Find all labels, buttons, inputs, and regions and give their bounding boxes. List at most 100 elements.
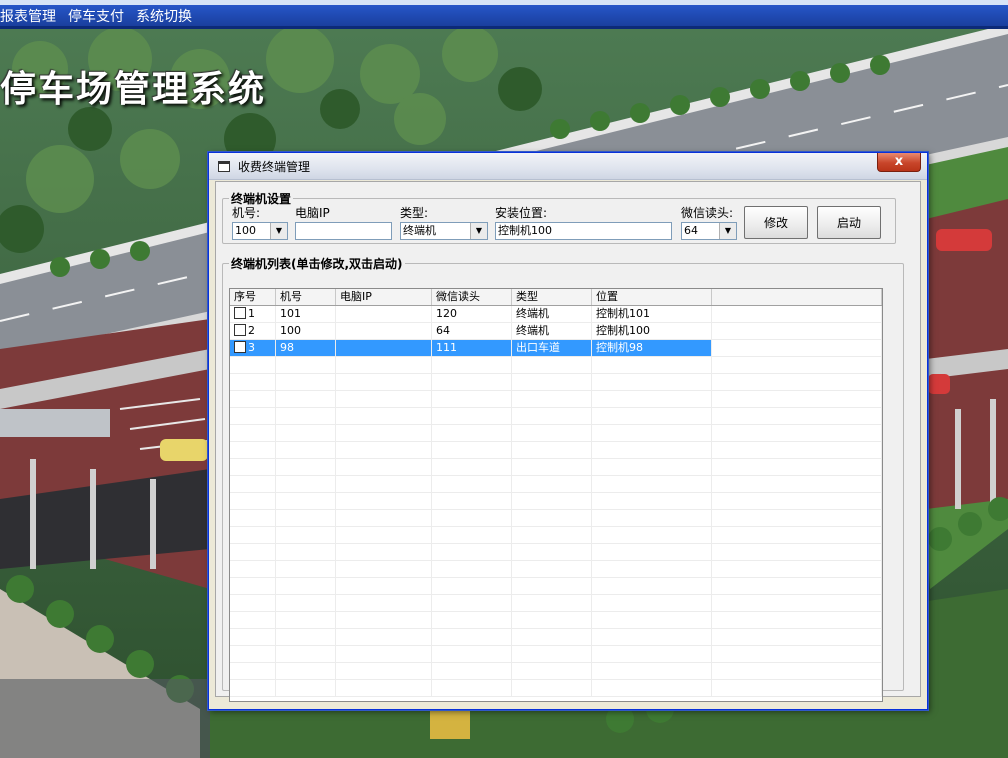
empty-cell xyxy=(336,459,432,475)
table-row[interactable]: 2 100 64 终端机 控制机100 xyxy=(230,323,882,340)
cell-wechat-reader: 64 xyxy=(432,323,512,339)
empty-cell xyxy=(592,442,712,458)
empty-cell xyxy=(512,459,592,475)
empty-table-row xyxy=(230,357,882,374)
empty-cell xyxy=(712,578,882,594)
empty-cell xyxy=(712,374,882,390)
modify-button[interactable]: 修改 xyxy=(744,206,808,239)
table-row[interactable]: 1 101 120 终端机 控制机101 xyxy=(230,306,882,323)
pc-ip-input[interactable] xyxy=(295,222,392,240)
terminal-list-table[interactable]: 序号 机号 电脑IP 微信读头 类型 位置 1 101 120 终端机 控制机101 2 1… xyxy=(229,288,883,702)
chevron-down-icon[interactable]: ▼ xyxy=(719,223,736,239)
empty-cell xyxy=(432,527,512,543)
empty-table-row xyxy=(230,527,882,544)
empty-cell xyxy=(712,680,882,696)
empty-cell xyxy=(336,374,432,390)
terminal-list-legend: 终端机列表(单击修改,双击启动) xyxy=(231,257,403,271)
empty-cell xyxy=(512,493,592,509)
empty-cell xyxy=(512,663,592,679)
empty-cell xyxy=(336,578,432,594)
column-header-machine-no[interactable]: 机号 xyxy=(276,289,336,305)
empty-cell xyxy=(712,595,882,611)
empty-table-row xyxy=(230,595,882,612)
empty-cell xyxy=(432,476,512,492)
column-header-pc-ip[interactable]: 电脑IP xyxy=(336,289,432,305)
empty-cell xyxy=(432,680,512,696)
empty-table-row xyxy=(230,629,882,646)
empty-cell xyxy=(512,612,592,628)
empty-cell xyxy=(230,629,276,645)
start-button[interactable]: 启动 xyxy=(817,206,881,239)
empty-cell xyxy=(336,425,432,441)
empty-table-row xyxy=(230,510,882,527)
app-title: 停车场管理系统 xyxy=(0,68,267,110)
empty-cell xyxy=(276,476,336,492)
empty-cell xyxy=(230,493,276,509)
empty-cell xyxy=(512,357,592,373)
column-header-type[interactable]: 类型 xyxy=(512,289,592,305)
empty-cell xyxy=(276,357,336,373)
empty-cell xyxy=(432,391,512,407)
menu-item-reports[interactable]: 报表管理 xyxy=(0,6,56,26)
empty-cell xyxy=(592,357,712,373)
cell-filler xyxy=(712,306,882,322)
empty-cell xyxy=(512,578,592,594)
empty-cell xyxy=(276,646,336,662)
empty-cell xyxy=(230,595,276,611)
empty-cell xyxy=(276,629,336,645)
table-body: 1 101 120 终端机 控制机101 2 100 64 终端机 控制机100 3 98 111 出口车… xyxy=(230,306,882,697)
wechat-reader-label: 微信读头: xyxy=(681,206,734,220)
dialog-titlebar[interactable]: 收费终端管理 x xyxy=(209,153,927,180)
column-header-seq[interactable]: 序号 xyxy=(230,289,276,305)
machine-no-select[interactable]: 100 ▼ xyxy=(232,222,288,240)
empty-cell xyxy=(592,629,712,645)
machine-no-label: 机号: xyxy=(232,206,261,220)
empty-table-row xyxy=(230,391,882,408)
empty-cell xyxy=(712,442,882,458)
empty-cell xyxy=(276,391,336,407)
menu-item-parking-payment[interactable]: 停车支付 xyxy=(68,6,124,26)
cell-seq: 3 xyxy=(230,340,276,356)
type-label: 类型: xyxy=(400,206,429,220)
empty-table-row xyxy=(230,663,882,680)
cell-type: 终端机 xyxy=(512,306,592,322)
empty-table-row xyxy=(230,493,882,510)
empty-cell xyxy=(336,527,432,543)
wechat-reader-select[interactable]: 64 ▼ xyxy=(681,222,737,240)
empty-cell xyxy=(712,561,882,577)
cell-seq: 2 xyxy=(230,323,276,339)
empty-cell xyxy=(592,476,712,492)
empty-cell xyxy=(336,357,432,373)
row-checkbox[interactable] xyxy=(234,307,246,319)
empty-cell xyxy=(592,408,712,424)
terminal-list-group: 终端机列表(单击修改,双击启动) 序号 机号 电脑IP 微信读头 类型 位置 1… xyxy=(222,255,904,702)
column-header-wechat-reader[interactable]: 微信读头 xyxy=(432,289,512,305)
window-icon xyxy=(218,160,230,172)
row-checkbox[interactable] xyxy=(234,341,246,353)
chevron-down-icon[interactable]: ▼ xyxy=(270,223,287,239)
machine-no-value: 100 xyxy=(235,224,256,237)
empty-cell xyxy=(712,527,882,543)
close-button[interactable]: x xyxy=(877,153,921,172)
empty-table-row xyxy=(230,408,882,425)
empty-cell xyxy=(276,510,336,526)
empty-cell xyxy=(432,442,512,458)
empty-cell xyxy=(432,629,512,645)
empty-cell xyxy=(230,459,276,475)
table-row[interactable]: 3 98 111 出口车道 控制机98 xyxy=(230,340,882,357)
empty-cell xyxy=(336,561,432,577)
chevron-down-icon[interactable]: ▼ xyxy=(470,223,487,239)
type-select[interactable]: 终端机 ▼ xyxy=(400,222,488,240)
location-input[interactable]: 控制机100 xyxy=(495,222,672,240)
empty-cell xyxy=(512,510,592,526)
empty-cell xyxy=(276,544,336,560)
empty-table-row xyxy=(230,561,882,578)
row-seq-label: 3 xyxy=(248,341,255,354)
empty-cell xyxy=(592,493,712,509)
menu-item-system-switch[interactable]: 系统切换 xyxy=(136,6,192,26)
menu-bar: 报表管理 停车支付 系统切换 xyxy=(0,5,1008,29)
row-checkbox[interactable] xyxy=(234,324,246,336)
cell-seq: 1 xyxy=(230,306,276,322)
column-header-location[interactable]: 位置 xyxy=(592,289,712,305)
cell-pc-ip xyxy=(336,340,432,356)
